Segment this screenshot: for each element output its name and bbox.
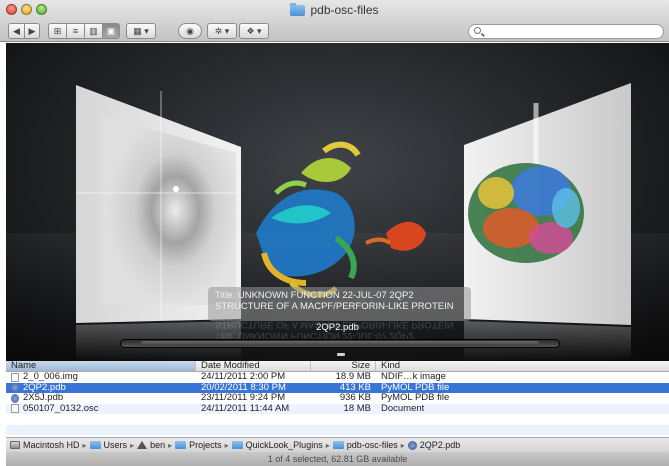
table-row[interactable]: 2_0_006.img 24/11/2011 2:00 PM 18.9 MB N… [6, 372, 669, 383]
file-date: 20/02/2011 8:30 PM [201, 382, 286, 393]
file-kind: NDIF…k image [381, 372, 446, 382]
action-button[interactable]: ✲ ▾ [207, 23, 237, 39]
back-button[interactable]: ◀ [8, 23, 24, 39]
window-title: pdb-osc-files [0, 2, 669, 17]
hard-drive-icon [10, 441, 20, 449]
path-separator-icon: ▸ [168, 440, 173, 450]
search-field[interactable] [468, 24, 664, 39]
file-kind: PyMOL PDB file [381, 393, 450, 403]
file-list: Name Date Modified Size Kind 2_0_006.img… [6, 361, 669, 435]
folder-icon [231, 441, 243, 449]
column-view-button[interactable]: ▥ [84, 23, 102, 39]
table-row[interactable]: 2X5J.pdb 23/11/2011 9:24 PM 936 KB PyMOL… [6, 393, 669, 404]
path-separator-icon: ▸ [400, 440, 405, 450]
preview-info-panel: Title: UNKNOWN FUNCTION 22-JUL-07 2QP2 S… [208, 287, 471, 321]
file-date: 24/11/2011 2:00 PM [201, 372, 286, 382]
search-icon [474, 27, 481, 34]
view-mode-buttons: ⊞ ≡ ▥ ▣ [48, 23, 120, 39]
file-name: 2_0_006.img [23, 372, 78, 382]
path-item-ben[interactable]: ben [137, 440, 165, 450]
disk-image-icon [11, 372, 19, 382]
path-item-quicklook-plugins[interactable]: QuickLook_Plugins [231, 440, 323, 450]
dropbox-button[interactable]: ❖ ▾ [239, 23, 269, 39]
right-cover-card [464, 83, 631, 361]
protein-structure-render [256, 141, 426, 298]
pymol-icon [407, 440, 417, 450]
list-view-button[interactable]: ≡ [66, 23, 84, 39]
home-icon [137, 441, 148, 449]
table-row[interactable]: 050107_0132.osc 24/11/2011 11:44 AM 18 M… [6, 403, 669, 414]
path-separator-icon: ▸ [82, 440, 87, 450]
status-bar: 1 of 4 selected, 62.81 GB available [6, 452, 669, 466]
column-header-date[interactable]: Date Modified [196, 361, 311, 371]
file-name: 050107_0132.osc [23, 403, 99, 414]
column-header-kind[interactable]: Kind [376, 361, 669, 371]
path-item-2qp2[interactable]: 2QP2.pdb [407, 440, 460, 450]
folder-icon [290, 2, 306, 16]
resize-handle[interactable] [337, 353, 345, 356]
file-kind: PyMOL PDB file [381, 382, 450, 393]
path-separator-icon: ▸ [130, 440, 135, 450]
folder-icon [332, 441, 344, 449]
file-date: 24/11/2011 11:44 AM [201, 403, 290, 414]
title-bar: pdb-osc-files ◀ ▶ ⊞ ≡ ▥ ▣ ▦ ▾ ◉ ✲ ▾ ❖ ▾ [0, 0, 669, 42]
quicklook-button[interactable]: ◉ [178, 23, 202, 39]
pymol-icon [11, 383, 19, 393]
file-date: 23/11/2011 9:24 PM [201, 393, 286, 403]
finder-window: pdb-osc-files ◀ ▶ ⊞ ≡ ▥ ▣ ▦ ▾ ◉ ✲ ▾ ❖ ▾ [0, 0, 669, 466]
path-separator-icon: ▸ [224, 440, 229, 450]
coverflow-preview[interactable]: Title: UNKNOWN FUNCTION 22-JUL-07 2QP2 S… [6, 43, 669, 361]
file-kind: Document [381, 403, 425, 414]
file-name: 2QP2.pdb [23, 382, 66, 393]
empty-row [6, 414, 669, 425]
folder-icon [89, 441, 101, 449]
document-icon [11, 404, 19, 414]
file-size: 413 KB [339, 382, 371, 393]
path-item-users[interactable]: Users [89, 440, 127, 450]
path-item-projects[interactable]: Projects [175, 440, 222, 450]
file-size: 18 MB [343, 403, 371, 414]
column-header-size[interactable]: Size [311, 361, 376, 371]
empty-row [6, 424, 669, 435]
path-item-macintosh-hd[interactable]: Macintosh HD [10, 440, 80, 450]
table-row-selected[interactable]: 2QP2.pdb 20/02/2011 8:30 PM 413 KB PyMOL… [6, 382, 669, 393]
file-size: 18.9 MB [335, 372, 371, 382]
coverflow-view-button[interactable]: ▣ [102, 23, 120, 39]
path-item-pdb-osc-files[interactable]: pdb-osc-files [332, 440, 398, 450]
column-header-name[interactable]: Name [6, 361, 196, 371]
coverflow-scrollbar-thumb[interactable] [141, 341, 539, 346]
path-bar: Macintosh HD ▸ Users ▸ ben ▸ Projects ▸ … [6, 437, 669, 452]
nav-buttons: ◀ ▶ [8, 23, 40, 39]
arrange-button[interactable]: ▦ ▾ [126, 23, 156, 39]
folder-icon [175, 441, 187, 449]
forward-button[interactable]: ▶ [24, 23, 40, 39]
pymol-icon [11, 393, 19, 403]
icon-view-button[interactable]: ⊞ [48, 23, 66, 39]
file-name: 2X5J.pdb [23, 393, 64, 403]
window-title-text: pdb-osc-files [310, 3, 379, 17]
path-separator-icon: ▸ [325, 440, 330, 450]
coverflow-scrollbar[interactable] [120, 339, 560, 348]
preview-filename: 2QP2.pdb [316, 322, 359, 333]
list-header: Name Date Modified Size Kind [6, 361, 669, 372]
file-size: 936 KB [339, 393, 371, 403]
